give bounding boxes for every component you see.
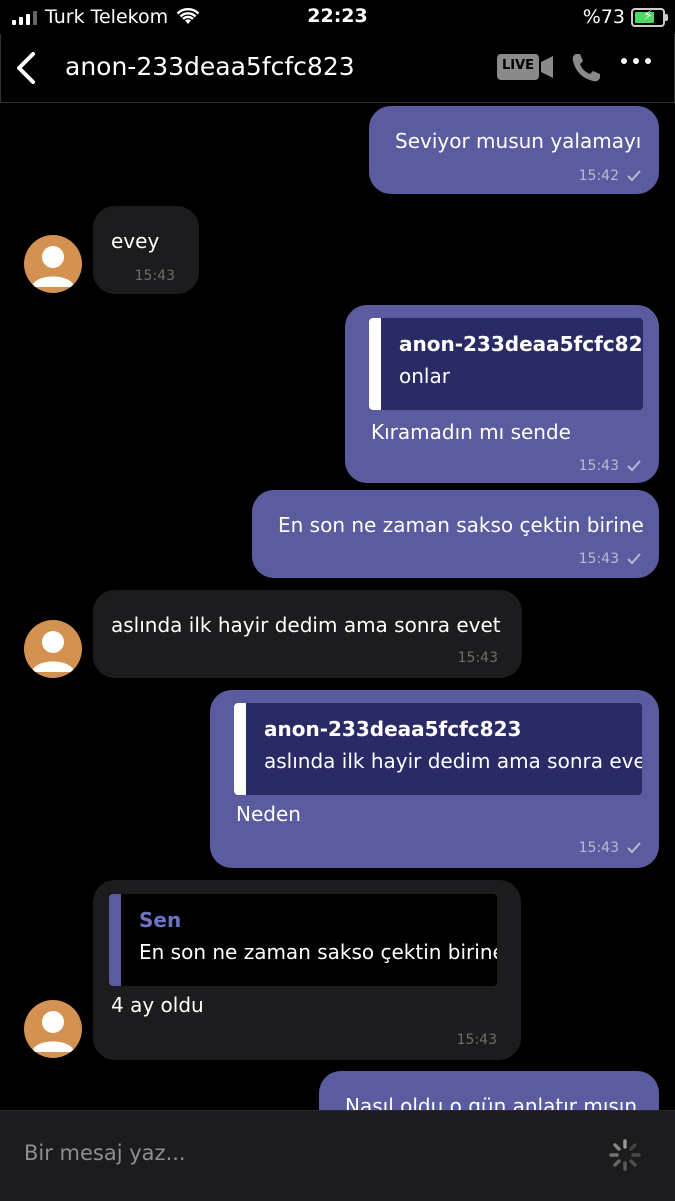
quote-author: Sen — [139, 908, 182, 932]
composer: Bir mesaj yaz... — [0, 1110, 675, 1201]
avatar[interactable] — [24, 1000, 82, 1058]
more-icon[interactable] — [621, 58, 651, 64]
quote-text: onlar — [399, 364, 450, 388]
message-bubble-outgoing[interactable]: anon-233deaa5fcfc823 aslında ilk hayir d… — [210, 690, 659, 868]
check-icon — [627, 842, 641, 854]
message-time: 15:43 — [578, 551, 619, 567]
message-text: 4 ay oldu — [111, 993, 204, 1017]
battery-percent: %73 — [582, 6, 625, 28]
loading-spinner-icon — [609, 1139, 641, 1171]
reply-quote[interactable]: anon-233deaa5fcfc823 onlar — [369, 318, 643, 410]
quote-author: anon-233deaa5fcfc823 — [264, 717, 522, 741]
phone-icon[interactable] — [569, 51, 603, 85]
message-time: 15:43 — [578, 458, 619, 474]
message-bubble-outgoing[interactable]: En son ne zaman sakso çektin birine 15:4… — [252, 490, 659, 578]
message-bubble-outgoing[interactable]: Seviyor musun yalamayı 15:42 — [369, 106, 659, 194]
chat-header: anon-233deaa5fcfc823 LIVE — [0, 34, 675, 103]
live-label: LIVE — [501, 58, 535, 73]
reply-quote[interactable]: Sen En son ne zaman sakso çektin birine — [109, 894, 497, 986]
message-text: En son ne zaman sakso çektin birine — [278, 513, 644, 537]
message-time: 15:43 — [456, 1032, 497, 1048]
message-text: Seviyor musun yalamayı — [395, 129, 642, 153]
live-video-icon[interactable]: LIVE — [496, 53, 554, 81]
check-icon — [627, 170, 641, 182]
quote-author: anon-233deaa5fcfc823 — [399, 332, 643, 356]
avatar[interactable] — [24, 620, 82, 678]
battery-icon: ⚡ — [631, 7, 668, 27]
message-text: evey — [111, 229, 160, 253]
message-text: Neden — [236, 802, 301, 826]
clock: 22:23 — [307, 5, 368, 27]
message-bubble-outgoing[interactable]: anon-233deaa5fcfc823 onlar Kıramadın mı … — [345, 305, 659, 483]
chat-title[interactable]: anon-233deaa5fcfc823 — [65, 50, 355, 84]
message-time: 15:43 — [134, 268, 175, 284]
message-time: 15:42 — [578, 168, 619, 184]
quote-text: En son ne zaman sakso çektin birine — [139, 940, 497, 964]
message-text: Kıramadın mı sende — [371, 420, 571, 444]
message-list[interactable]: Seviyor musun yalamayı 15:42 evey 15:43 … — [0, 102, 675, 1110]
quote-text: aslında ilk hayir dedim ama sonra evet — [264, 749, 642, 773]
message-time: 15:43 — [457, 650, 498, 666]
message-input[interactable]: Bir mesaj yaz... — [24, 1141, 186, 1165]
message-bubble-incoming[interactable]: Sen En son ne zaman sakso çektin birine … — [93, 880, 521, 1060]
status-bar: Turk Telekom 22:23 %73 ⚡ — [0, 0, 675, 34]
back-icon[interactable] — [13, 50, 43, 86]
check-icon — [627, 460, 641, 472]
avatar[interactable] — [24, 235, 82, 293]
message-text: aslında ilk hayir dedim ama sonra evet — [111, 613, 501, 637]
message-bubble-incoming[interactable]: evey 15:43 — [93, 206, 199, 294]
reply-quote[interactable]: anon-233deaa5fcfc823 aslında ilk hayir d… — [234, 703, 642, 795]
message-time: 15:43 — [578, 840, 619, 856]
message-bubble-outgoing[interactable]: Nasıl oldu o gün anlatır mısın — [319, 1071, 659, 1110]
message-text: Nasıl oldu o gün anlatır mısın — [345, 1094, 638, 1110]
message-bubble-incoming[interactable]: aslında ilk hayir dedim ama sonra evet 1… — [93, 590, 522, 678]
check-icon — [627, 553, 641, 565]
